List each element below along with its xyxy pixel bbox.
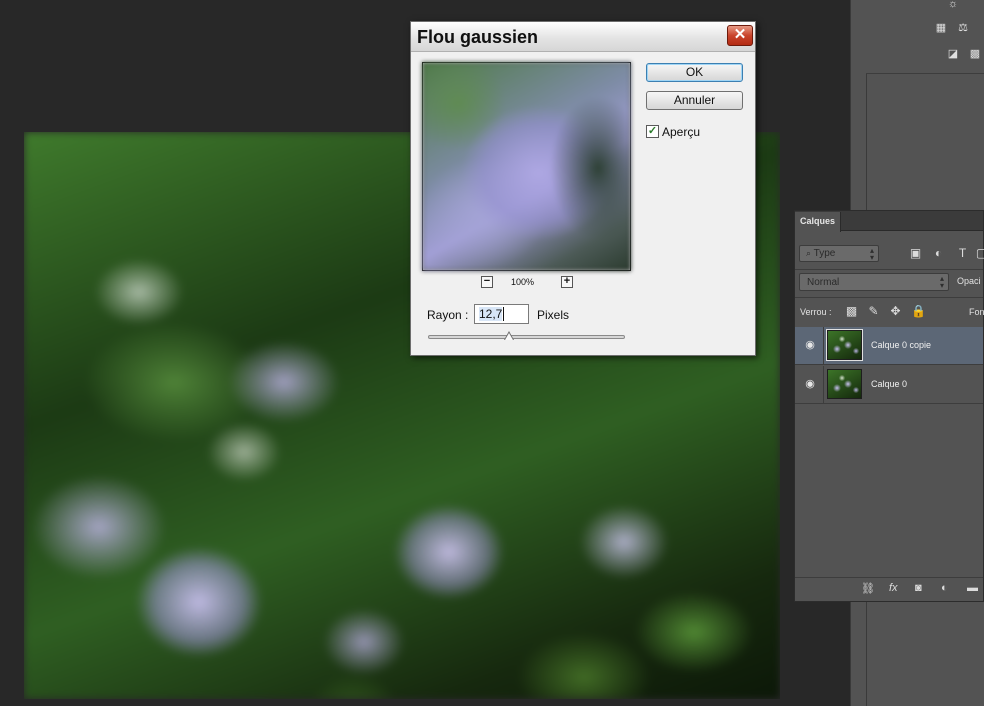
lock-transparency-icon[interactable]: ▩: [845, 305, 858, 318]
layer-name: Calque 0: [871, 379, 908, 389]
photo-filter-icon[interactable]: ◪: [946, 48, 960, 60]
ok-button[interactable]: OK: [646, 63, 743, 82]
layer-filter-row: ⌕ Type ▴ ▾ ▣ ◐ T ▢: [795, 242, 984, 266]
adjustment-icon[interactable]: ◐: [941, 582, 948, 594]
blend-mode-value: Normal: [807, 277, 840, 288]
layer-row-calque-0-copie[interactable]: ◉ Calque 0 copie: [795, 327, 983, 365]
blend-mode-select[interactable]: Normal ▴ ▾: [799, 273, 949, 291]
radius-slider-track[interactable]: [428, 335, 625, 339]
text-caret: [503, 307, 505, 321]
layer-filter-select[interactable]: ⌕ Type ▴ ▾: [799, 245, 879, 262]
updown-arrow-icon: ▴ ▾: [869, 246, 874, 262]
lock-position-icon[interactable]: ✥: [889, 305, 902, 318]
preview-checkbox[interactable]: ✓: [646, 125, 659, 138]
radius-input[interactable]: 12,7: [474, 304, 529, 324]
group-folder-icon[interactable]: ▬: [967, 582, 978, 594]
brightness-icon[interactable]: ☼: [946, 0, 960, 10]
blend-row: Normal ▴ ▾ Opaci: [795, 269, 983, 295]
dialog-titlebar[interactable]: Flou gaussien ✕: [411, 22, 755, 52]
channel-mixer-icon[interactable]: ▩: [968, 48, 982, 60]
zoom-out-button[interactable]: −: [481, 276, 493, 288]
type-layer-filter-icon[interactable]: T: [956, 247, 969, 260]
pixel-layer-filter-icon[interactable]: ▣: [909, 247, 922, 260]
radius-label: Rayon :: [427, 308, 469, 322]
layer-row-calque-0[interactable]: ◉ Calque 0: [795, 366, 983, 404]
close-icon[interactable]: ✕: [727, 25, 753, 46]
radius-unit: Pixels: [537, 308, 570, 322]
lock-brush-icon[interactable]: ✎: [867, 305, 880, 318]
lock-all-icon[interactable]: 🔒: [911, 305, 926, 318]
adjustments-panel: ☼ ▦ ⚖ ◪ ▩: [866, 0, 984, 74]
lock-row: Verrou : ▩ ✎ ✥ 🔒 Fon: [795, 297, 984, 325]
fill-label: Fon: [969, 307, 984, 317]
updown-arrow-icon: ▴ ▾: [939, 274, 944, 290]
eye-icon[interactable]: ◉: [803, 339, 817, 351]
radius-value: 12,7: [479, 307, 503, 321]
link-icon[interactable]: ⛓: [861, 582, 875, 595]
zoom-in-button[interactable]: +: [561, 276, 573, 288]
preview-image: [422, 62, 631, 271]
fx-icon[interactable]: fx: [889, 582, 898, 594]
layers-panel: Calques ⌕ Type ▴ ▾ ▣ ◐ T ▢ Normal ▴ ▾ Opac…: [794, 210, 984, 602]
layer-name: Calque 0 copie: [871, 340, 932, 350]
mask-icon[interactable]: ◙: [915, 582, 922, 594]
layer-thumbnail: [826, 329, 863, 361]
divider: [823, 366, 824, 404]
levels-icon[interactable]: ▦: [934, 22, 948, 34]
tab-layers[interactable]: Calques: [795, 212, 842, 232]
preview-checkbox-label: Aperçu: [662, 125, 701, 139]
blur-preview[interactable]: [422, 62, 631, 271]
divider: [823, 327, 824, 365]
zoom-level: 100%: [511, 277, 535, 287]
layers-bottom-toolbar: ⛓ fx ◙ ◐ ▬: [795, 577, 983, 601]
lock-label: Verrou :: [800, 307, 832, 317]
opacity-label: Opaci: [957, 276, 981, 286]
cancel-button[interactable]: Annuler: [646, 91, 743, 110]
layers-tabbar: Calques: [795, 211, 983, 232]
layer-thumbnail: [827, 369, 862, 399]
adjustment-layer-filter-icon[interactable]: ◐: [932, 247, 945, 260]
gaussian-blur-dialog: Flou gaussien ✕ − 100% + OK Annuler ✓ Ap…: [410, 21, 756, 356]
dialog-title: Flou gaussien: [417, 27, 539, 47]
balance-icon[interactable]: ⚖: [956, 22, 970, 34]
radius-slider-thumb[interactable]: [503, 331, 514, 341]
eye-icon[interactable]: ◉: [803, 378, 817, 390]
filter-type-label: Type: [813, 248, 836, 259]
search-icon: ⌕: [806, 248, 812, 258]
shape-layer-filter-icon[interactable]: ▢: [975, 247, 984, 260]
